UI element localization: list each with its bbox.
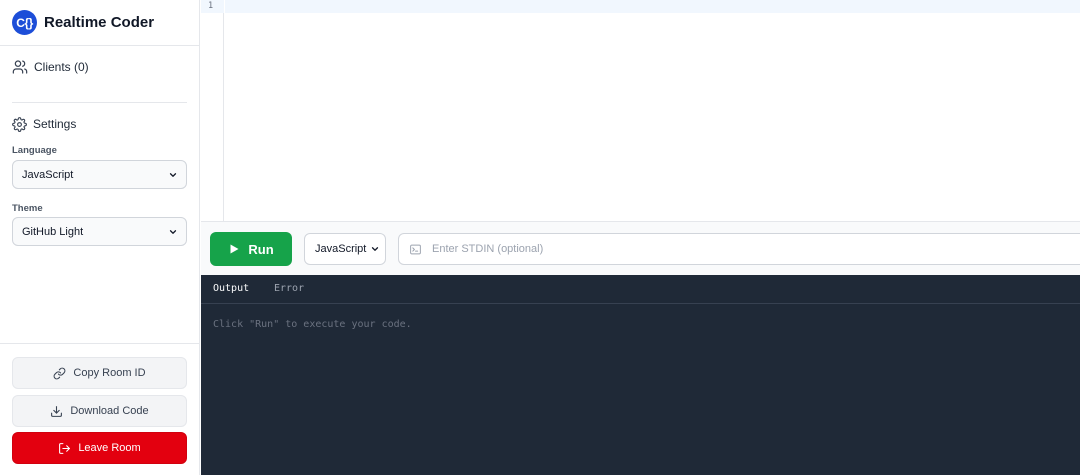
leave-room-label: Leave Room [78, 442, 141, 454]
chevron-down-icon [169, 172, 177, 177]
gear-icon [12, 116, 27, 132]
chevron-down-icon [371, 247, 379, 251]
run-language-select[interactable]: JavaScript [304, 233, 386, 265]
active-line-highlight [225, 0, 1080, 13]
code-editor[interactable]: 1 [201, 0, 1080, 222]
output-panel: Output Error Click "Run" to execute your… [201, 275, 1080, 475]
users-icon [12, 60, 28, 74]
tab-output[interactable]: Output [213, 283, 249, 294]
chevron-down-icon [169, 229, 177, 234]
run-toolbar: Run JavaScript Enter STDIN (optional) [201, 222, 1080, 275]
brand-header: C{} Realtime Coder [0, 0, 199, 46]
copy-room-id-button[interactable]: Copy Room ID [12, 357, 187, 389]
line-gutter: 1 [201, 0, 224, 221]
tab-error[interactable]: Error [274, 283, 304, 294]
run-language-value: JavaScript [315, 243, 367, 255]
divider [12, 102, 187, 103]
copy-room-id-label: Copy Room ID [73, 367, 146, 379]
run-button[interactable]: Run [210, 232, 292, 266]
settings-header: Settings [12, 115, 76, 133]
play-icon [230, 244, 239, 254]
settings-label: Settings [33, 117, 77, 131]
clients-section[interactable]: Clients (0) [12, 58, 89, 76]
language-select[interactable]: JavaScript [12, 160, 187, 189]
download-code-button[interactable]: Download Code [12, 395, 187, 427]
stdin-placeholder: Enter STDIN (optional) [432, 243, 544, 255]
language-label: Language [12, 145, 57, 156]
sidebar: C{} Realtime Coder Clients (0) Settings … [0, 0, 200, 475]
app-title: Realtime Coder [44, 14, 155, 31]
download-code-label: Download Code [70, 405, 149, 417]
output-message: Click "Run" to execute your code. [213, 319, 412, 330]
download-icon [51, 405, 63, 417]
theme-label: Theme [12, 203, 43, 214]
theme-select-value: GitHub Light [22, 225, 84, 238]
stdin-input[interactable]: Enter STDIN (optional) [398, 233, 1080, 265]
logout-icon [59, 442, 71, 454]
output-tabs: Output Error [201, 275, 1080, 304]
terminal-icon [410, 244, 421, 254]
language-select-value: JavaScript [22, 168, 74, 181]
link-icon [54, 367, 66, 379]
theme-select[interactable]: GitHub Light [12, 217, 187, 246]
leave-room-button[interactable]: Leave Room [12, 432, 187, 464]
clients-label: Clients (0) [34, 60, 89, 74]
run-label: Run [248, 241, 274, 257]
line-number: 1 [207, 1, 214, 11]
app-logo: C{} [12, 10, 37, 35]
